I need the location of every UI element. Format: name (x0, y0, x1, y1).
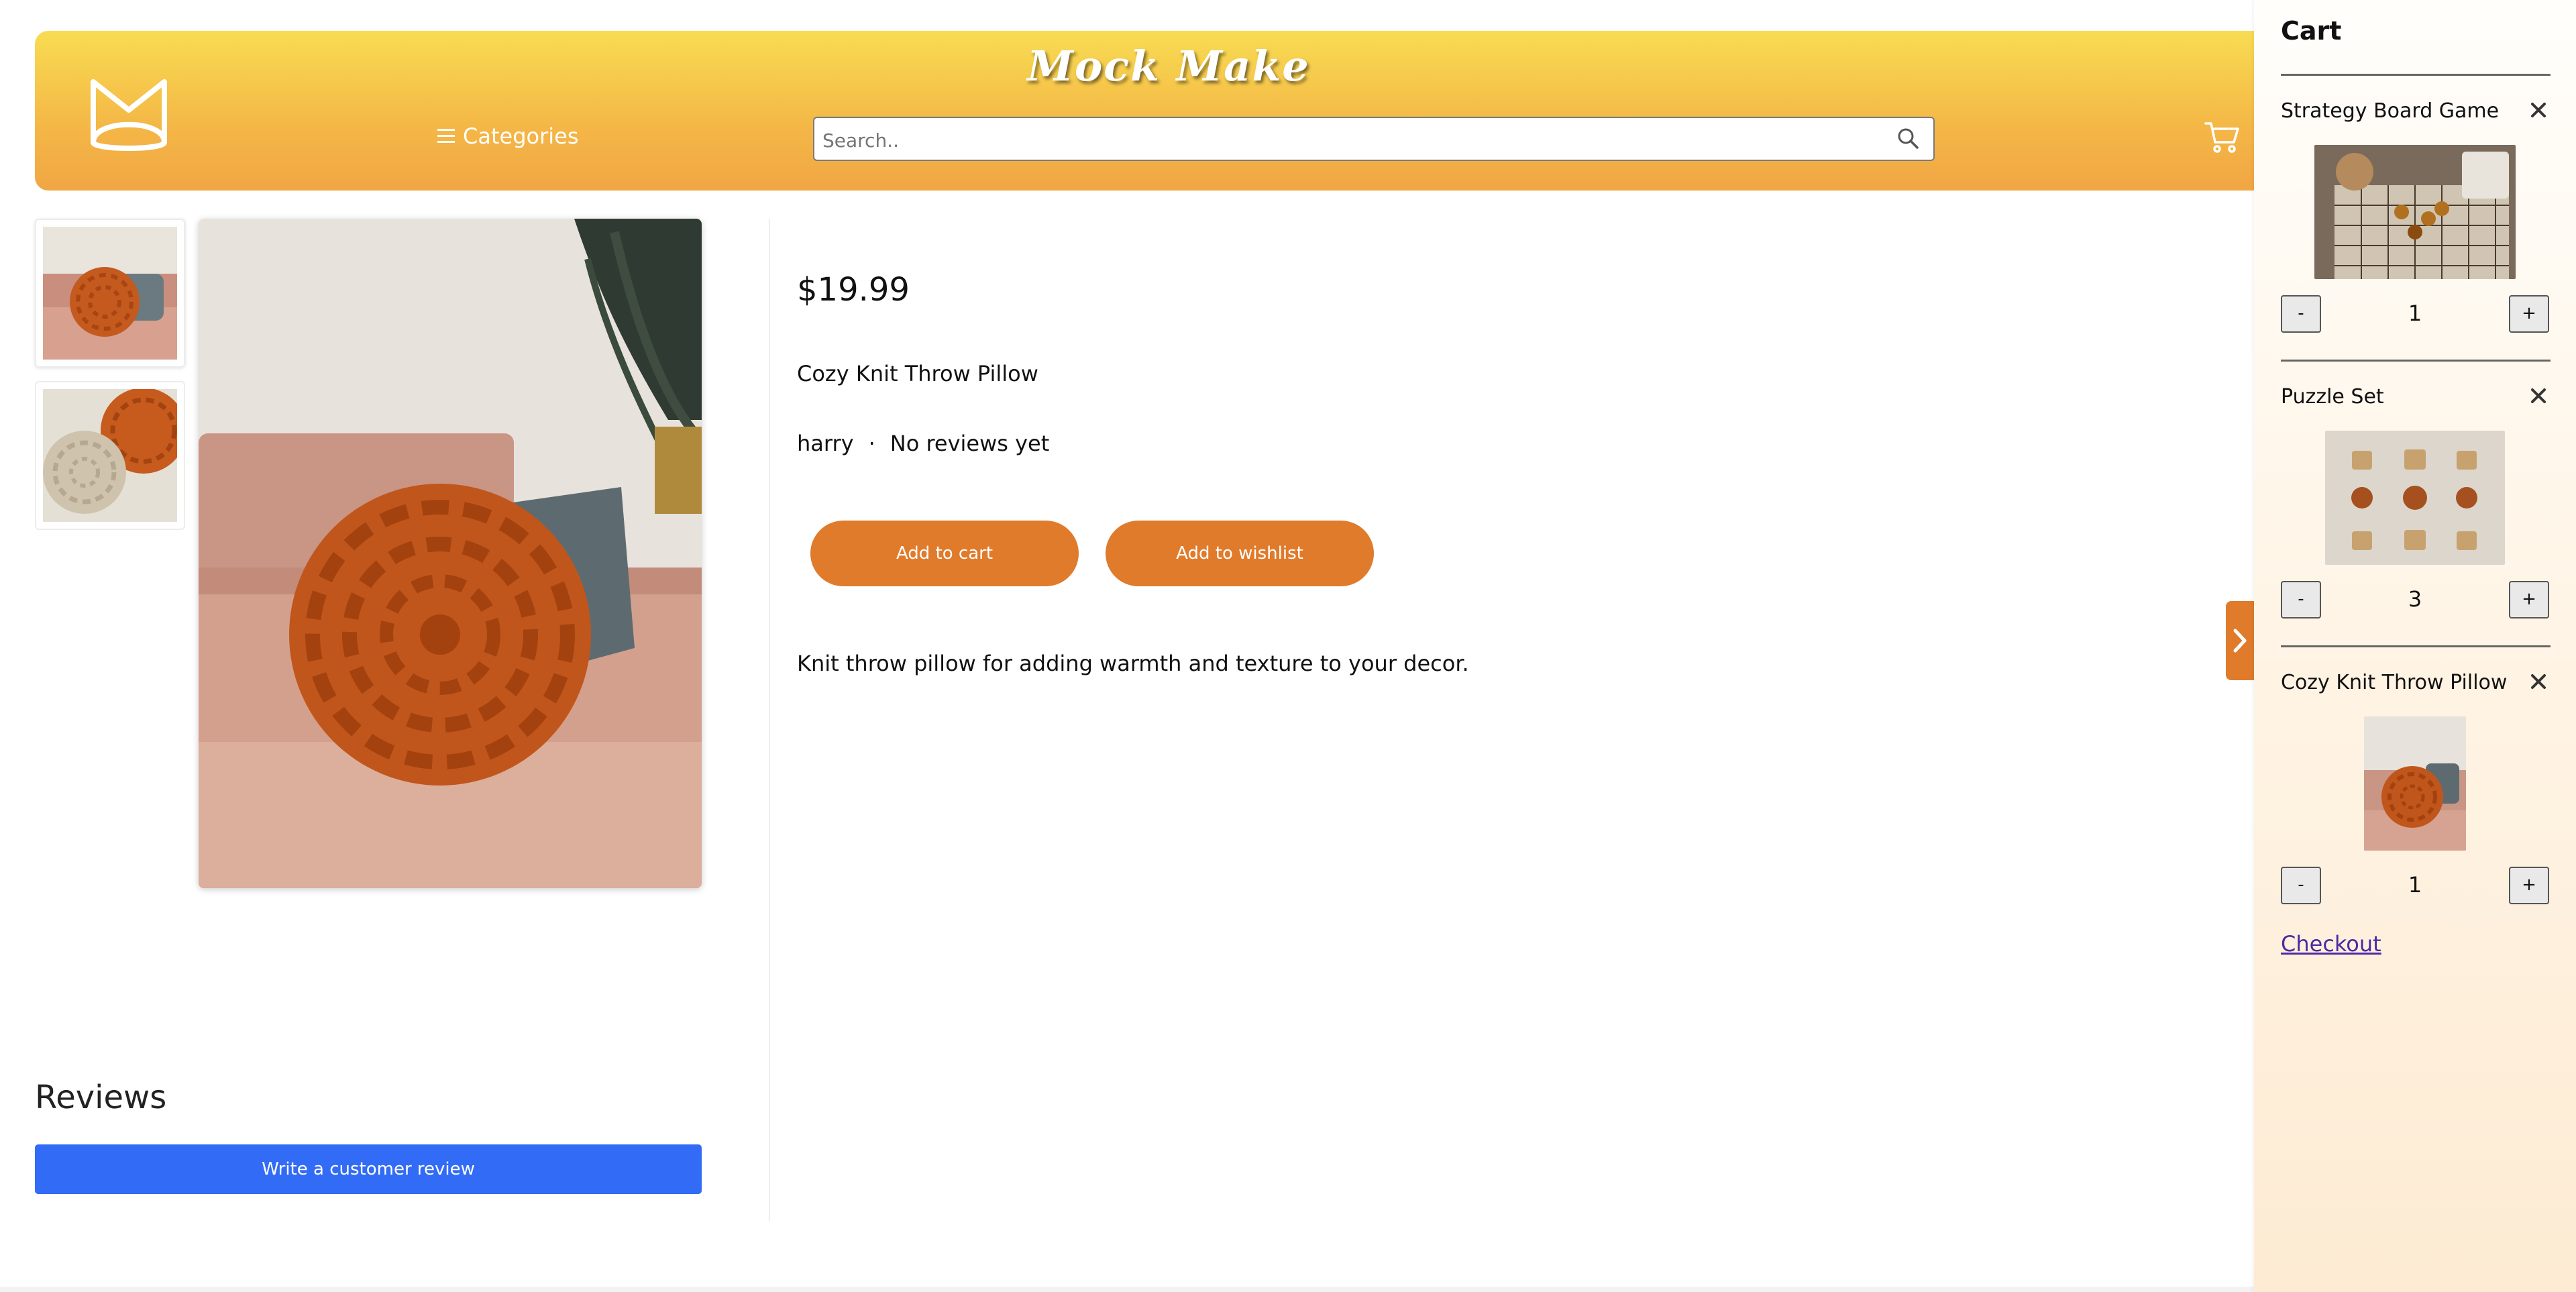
close-icon[interactable] (2528, 385, 2549, 407)
cart-drawer: Cart Strategy Board Game - 1 + Puzzle Se… (2254, 0, 2576, 1292)
pillow-thumbnail-image (43, 227, 177, 360)
thumbnail-2[interactable] (35, 381, 185, 530)
site-brand[interactable]: Mock Make (35, 42, 2302, 91)
cart-divider (2281, 360, 2551, 362)
site-header: Mock Make Categories (35, 31, 2302, 191)
cart-drawer-toggle[interactable] (2226, 601, 2254, 680)
close-icon[interactable] (2528, 99, 2549, 121)
search-bar (813, 117, 1935, 161)
pillows-thumbnail-image (43, 389, 177, 522)
add-to-wishlist-button[interactable]: Add to wishlist (1106, 521, 1374, 586)
cart-item-name: Strategy Board Game (2281, 99, 2500, 123)
increase-qty-button[interactable]: + (2509, 867, 2549, 904)
categories-menu[interactable]: Categories (437, 123, 578, 149)
cart-title: Cart (2281, 16, 2342, 46)
cart-item-image (2325, 431, 2505, 565)
product-main-image[interactable] (199, 219, 702, 888)
product-description: Knit throw pillow for adding warmth and … (797, 651, 1469, 676)
increase-qty-button[interactable]: + (2509, 581, 2549, 618)
menu-icon (437, 129, 455, 144)
increase-qty-button[interactable]: + (2509, 295, 2549, 333)
product-meta: harry · No reviews yet (797, 431, 1049, 456)
column-divider (769, 219, 770, 1221)
add-to-cart-button[interactable]: Add to cart (810, 521, 1079, 586)
reviews-heading: Reviews (35, 1079, 167, 1116)
product-price: $19.99 (797, 271, 910, 309)
cart-item-image (2364, 716, 2466, 851)
review-status: No reviews yet (890, 431, 1050, 456)
search-input[interactable] (821, 125, 1870, 156)
seller-name[interactable]: harry (797, 431, 854, 456)
search-icon[interactable] (1896, 126, 1920, 150)
product-name: Cozy Knit Throw Pillow (797, 361, 1038, 386)
cart-item-image (2314, 145, 2516, 279)
cart-item-name: Cozy Knit Throw Pillow (2281, 671, 2508, 694)
categories-label: Categories (463, 123, 579, 149)
footer (0, 1287, 2254, 1292)
close-icon[interactable] (2528, 671, 2549, 692)
cart-icon[interactable] (2203, 118, 2241, 156)
meta-separator: · (868, 431, 875, 456)
cart-divider (2281, 74, 2551, 76)
write-review-button[interactable]: Write a customer review (35, 1144, 702, 1194)
chevron-right-icon (2233, 629, 2247, 653)
thumbnail-1[interactable] (35, 219, 185, 368)
cart-divider (2281, 645, 2551, 647)
cart-item-name: Puzzle Set (2281, 385, 2384, 409)
checkout-link[interactable]: Checkout (2281, 931, 2381, 957)
